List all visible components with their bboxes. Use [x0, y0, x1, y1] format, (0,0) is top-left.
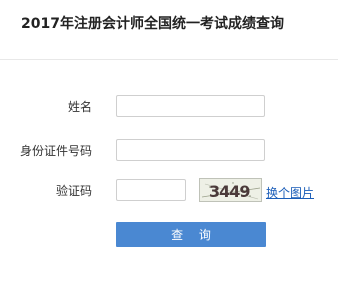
- name-label: 姓名: [67, 100, 92, 114]
- page-title: 2017年注册会计师全国统一考试成绩查询: [21, 16, 284, 32]
- captcha-graphic: 3449: [201, 182, 261, 201]
- captcha-text: 3449: [209, 182, 250, 201]
- submit-button[interactable]: 查 询: [116, 222, 266, 247]
- name-row: 姓名: [0, 95, 338, 119]
- captcha-image[interactable]: 3449: [199, 178, 262, 202]
- id-number-row: 身份证件号码: [0, 139, 338, 163]
- captcha-input[interactable]: [116, 179, 186, 201]
- refresh-captcha-link[interactable]: 换个图片: [266, 184, 314, 201]
- score-query-page: 2017年注册会计师全国统一考试成绩查询 姓名 身份证件号码 验证码 3449 …: [0, 0, 338, 287]
- id-number-label: 身份证件号码: [19, 144, 92, 158]
- id-number-input[interactable]: [116, 139, 265, 161]
- captcha-label: 验证码: [55, 184, 92, 198]
- captcha-row: 验证码 3449 换个图片: [0, 178, 338, 203]
- name-input[interactable]: [116, 95, 265, 117]
- page-header: 2017年注册会计师全国统一考试成绩查询: [0, 0, 338, 60]
